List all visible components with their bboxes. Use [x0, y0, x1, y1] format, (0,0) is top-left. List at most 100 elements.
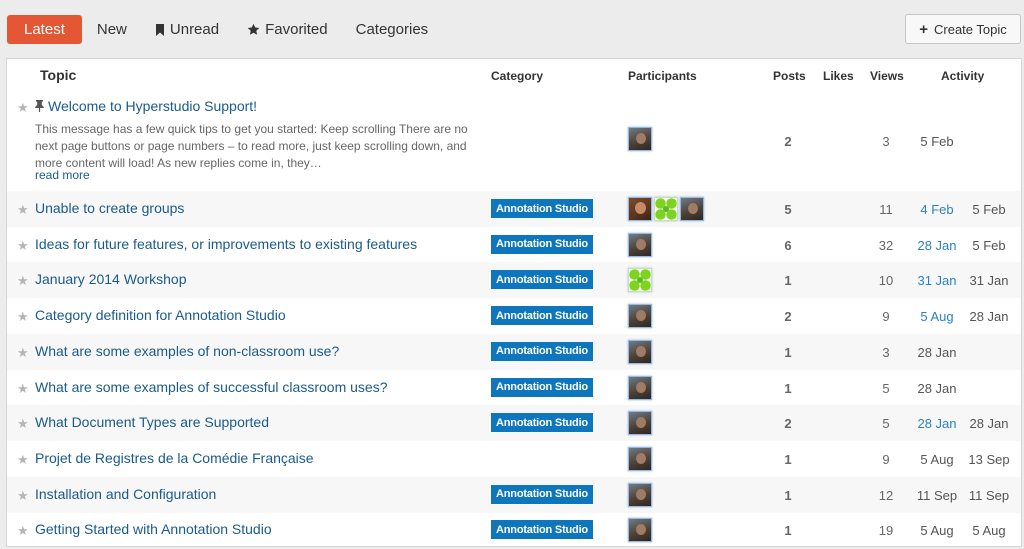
posts-count[interactable]: 6 — [773, 238, 803, 253]
star-icon[interactable]: ★ — [17, 523, 29, 539]
topic-title[interactable]: January 2014 Workshop — [35, 271, 187, 287]
category-badge[interactable]: Annotation Studio — [491, 520, 593, 540]
column-views[interactable]: Views — [870, 69, 904, 83]
tab-latest[interactable]: Latest — [7, 15, 82, 44]
activity-last[interactable]: 28 Jan — [967, 309, 1011, 324]
category-badge[interactable]: Annotation Studio — [491, 413, 593, 433]
avatar[interactable] — [628, 339, 652, 364]
posts-count[interactable]: 2 — [773, 416, 803, 431]
posts-count[interactable]: 2 — [773, 134, 803, 149]
tab-new[interactable]: New — [84, 15, 140, 44]
activity-last[interactable]: 31 Jan — [967, 273, 1011, 288]
activity-created[interactable]: 11 Sep — [915, 488, 959, 503]
activity-created[interactable]: 5 Aug — [915, 523, 959, 538]
activity-last[interactable]: 5 Feb — [967, 202, 1011, 217]
activity-created[interactable]: 5 Aug — [915, 452, 959, 467]
topic-title[interactable]: Installation and Configuration — [35, 486, 216, 502]
topic-title[interactable]: Unable to create groups — [35, 200, 184, 216]
activity-created[interactable]: 5 Aug — [915, 309, 959, 324]
activity-last[interactable]: 11 Sep — [967, 488, 1011, 503]
activity-created[interactable]: 28 Jan — [915, 381, 959, 396]
column-activity[interactable]: Activity — [941, 69, 984, 83]
star-icon[interactable]: ★ — [17, 100, 29, 116]
star-icon[interactable]: ★ — [17, 273, 29, 289]
avatar[interactable] — [628, 482, 652, 507]
avatar[interactable] — [628, 446, 652, 471]
activity-last[interactable]: 28 Jan — [967, 416, 1011, 431]
posts-count[interactable]: 1 — [773, 273, 803, 288]
column-likes[interactable]: Likes — [823, 69, 854, 83]
activity-last[interactable]: 13 Sep — [967, 452, 1011, 467]
activity-last[interactable]: 5 Feb — [967, 238, 1011, 253]
avatar[interactable] — [628, 127, 652, 151]
topic-title[interactable]: Category definition for Annotation Studi… — [35, 307, 286, 323]
category-badge[interactable]: Annotation Studio — [491, 270, 593, 290]
activity-created[interactable]: 28 Jan — [915, 238, 959, 253]
avatar[interactable] — [628, 304, 652, 329]
category-badge[interactable]: Annotation Studio — [491, 234, 593, 254]
tab-unread[interactable]: Unread — [142, 15, 232, 44]
views-count: 11 — [879, 202, 893, 217]
activity-created[interactable]: 28 Jan — [915, 416, 959, 431]
topic-title[interactable]: What are some examples of non-classroom … — [35, 343, 339, 359]
create-topic-label: Create Topic — [934, 21, 1007, 37]
views-count: 12 — [878, 487, 894, 503]
posts-count[interactable]: 1 — [773, 381, 803, 396]
star-icon[interactable]: ★ — [17, 238, 29, 254]
activity-last[interactable]: 5 Aug — [967, 523, 1011, 538]
posts-count[interactable]: 5 — [773, 202, 803, 217]
activity-created[interactable]: 4 Feb — [915, 202, 959, 217]
avatar[interactable] — [654, 197, 678, 221]
create-topic-button[interactable]: + Create Topic — [905, 14, 1021, 44]
topic-title[interactable]: Projet de Registres de la Comédie França… — [35, 450, 314, 466]
activity-created[interactable]: 31 Jan — [915, 273, 959, 288]
activity-created[interactable]: 5 Feb — [915, 134, 959, 149]
views-count: 32 — [878, 237, 894, 253]
avatar[interactable] — [628, 197, 652, 221]
category-badge[interactable]: Annotation Studio — [491, 341, 593, 361]
avatar[interactable] — [628, 232, 652, 257]
category-badge[interactable]: Annotation Studio — [491, 377, 593, 397]
views-count: 3 — [882, 344, 890, 360]
column-posts[interactable]: Posts — [773, 69, 806, 83]
avatar[interactable] — [628, 375, 652, 400]
star-icon[interactable]: ★ — [17, 309, 29, 325]
tab-unread-label: Unread — [169, 21, 220, 38]
avatar[interactable] — [628, 411, 652, 436]
tab-categories[interactable]: Categories — [343, 15, 442, 44]
table-row: ★ Unable to create groups Annotation Studi… — [7, 191, 1021, 227]
activity-created[interactable]: 28 Jan — [915, 345, 959, 360]
column-participants: Participants — [628, 69, 697, 83]
views-count: 5 — [882, 416, 890, 432]
topic-title[interactable]: Ideas for future features, or improvemen… — [35, 236, 417, 252]
posts-count[interactable]: 1 — [773, 488, 803, 503]
topic-excerpt: This message has a few quick tips to get… — [35, 122, 468, 170]
star-icon[interactable]: ★ — [17, 345, 29, 361]
tab-categories-label: Categories — [355, 21, 429, 38]
star-icon[interactable]: ★ — [17, 381, 29, 397]
read-more-link[interactable]: read more — [35, 168, 90, 182]
star-icon[interactable]: ★ — [17, 452, 29, 468]
category-badge[interactable]: Annotation Studio — [491, 306, 593, 326]
topic-title[interactable]: Getting Started with Annotation Studio — [35, 521, 272, 537]
tab-favorited[interactable]: Favorited — [234, 15, 341, 44]
star-icon[interactable]: ★ — [17, 488, 29, 504]
category-badge[interactable]: Annotation Studio — [491, 484, 593, 504]
category-badge[interactable]: Annotation Studio — [491, 199, 593, 218]
posts-count[interactable]: 2 — [773, 309, 803, 324]
posts-count[interactable]: 1 — [773, 523, 803, 538]
avatar[interactable] — [628, 518, 652, 543]
avatar[interactable] — [680, 197, 704, 221]
posts-count[interactable]: 1 — [773, 345, 803, 360]
avatar[interactable] — [628, 268, 652, 293]
topic-title[interactable]: What Document Types are Supported — [35, 414, 269, 430]
topic-title[interactable]: Welcome to Hyperstudio Support! — [35, 98, 257, 115]
posts-count[interactable]: 1 — [773, 452, 803, 467]
topic-title[interactable]: What are some examples of successful cla… — [35, 379, 387, 395]
star-icon[interactable]: ★ — [17, 416, 29, 432]
table-row: ★ Category definition for Annotation Stud… — [7, 298, 1021, 334]
star-icon[interactable]: ★ — [17, 202, 29, 218]
column-topic[interactable]: Topic — [40, 67, 76, 83]
table-row: ★ What Document Types are Supported Annota… — [7, 405, 1021, 442]
column-category[interactable]: Category — [491, 69, 543, 83]
